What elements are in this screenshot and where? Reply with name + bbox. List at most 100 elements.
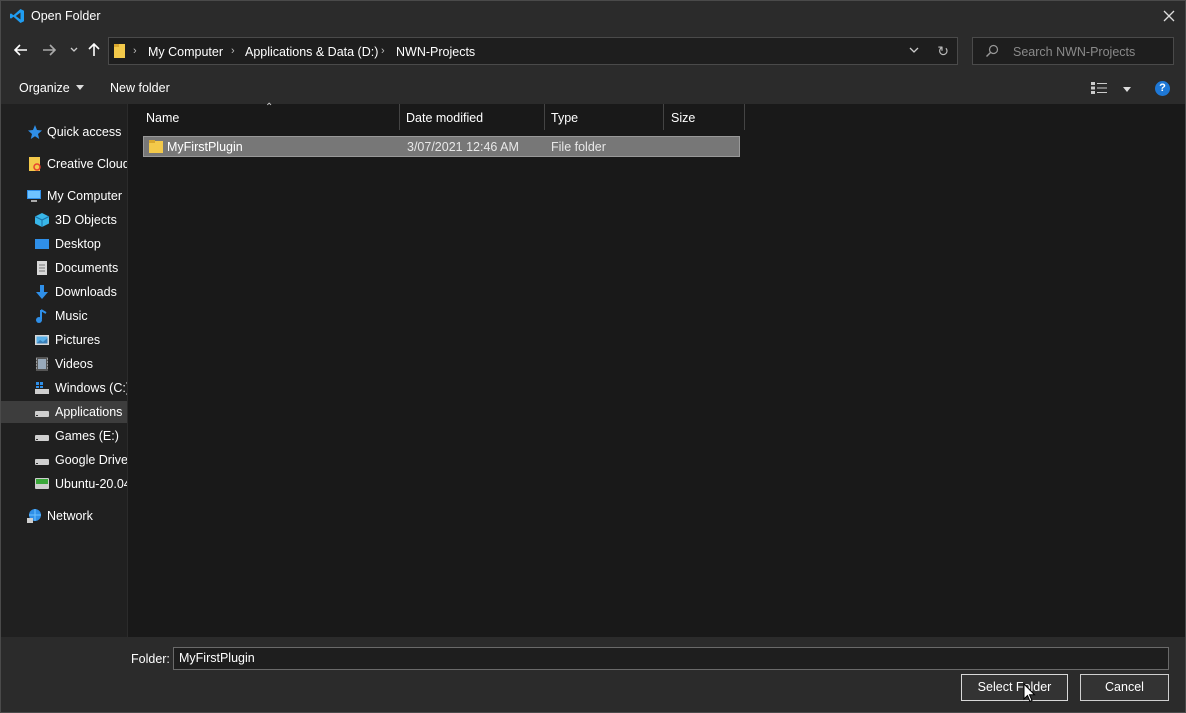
- sidebar-item-downloads[interactable]: Downloads: [1, 281, 127, 303]
- sidebar-item-label: Creative Cloud: [47, 157, 127, 171]
- new-folder-button[interactable]: New folder: [110, 81, 170, 95]
- sidebar-item-ubuntu[interactable]: Ubuntu-20.04: [1, 473, 127, 495]
- computer-icon: [27, 190, 41, 202]
- vscode-icon: [10, 9, 24, 23]
- organize-button[interactable]: Organize: [19, 81, 84, 95]
- sidebar-item-music[interactable]: Music: [1, 305, 127, 327]
- breadcrumb-separator: ›: [381, 45, 385, 57]
- column-header-date-modified[interactable]: Date modified: [400, 104, 544, 130]
- column-header-type[interactable]: Type: [545, 104, 663, 130]
- sidebar-item-label: Windows (C:): [55, 381, 127, 395]
- back-button[interactable]: [11, 40, 31, 60]
- file-list: ⌃ Name Date modified Type Size MyFirstPl…: [128, 102, 1185, 637]
- caret-down-icon: [75, 85, 84, 90]
- view-options-icon[interactable]: [1091, 82, 1109, 94]
- windows-drive-icon: [35, 382, 49, 394]
- forward-button[interactable]: [39, 40, 59, 60]
- up-button[interactable]: [84, 40, 104, 60]
- column-header-name[interactable]: Name: [128, 104, 399, 130]
- arrow-left-icon: [14, 44, 27, 56]
- documents-icon: [37, 261, 47, 275]
- breadcrumb-applications-data[interactable]: Applications & Data (D:): [245, 45, 378, 59]
- sidebar-item-3d-objects[interactable]: 3D Objects: [1, 209, 127, 231]
- sidebar-item-desktop[interactable]: Desktop: [1, 233, 127, 255]
- folder-name-input[interactable]: MyFirstPlugin: [173, 647, 1169, 670]
- cube-icon: [34, 213, 50, 227]
- sidebar-item-creative-cloud[interactable]: Creative Cloud: [1, 153, 127, 175]
- search-placeholder: Search NWN-Projects: [1013, 45, 1136, 59]
- network-icon: [27, 509, 41, 523]
- sidebar-item-videos[interactable]: Videos: [1, 353, 127, 375]
- sidebar-item-label: 3D Objects: [55, 213, 117, 227]
- arrow-right-icon: [43, 44, 56, 56]
- videos-icon: [36, 357, 48, 371]
- breadcrumb-separator: ›: [231, 45, 235, 57]
- folder-icon: [149, 140, 163, 153]
- recent-locations-button[interactable]: [64, 40, 84, 60]
- mouse-cursor-icon: [1023, 683, 1036, 703]
- sidebar-item-label: Pictures: [55, 333, 101, 347]
- sidebar-item-label: Videos: [55, 357, 93, 371]
- column-header-label: Size: [671, 111, 696, 125]
- table-row[interactable]: MyFirstPlugin 3/07/2021 12:46 AM File fo…: [143, 136, 740, 157]
- refresh-icon[interactable]: ↻: [937, 43, 949, 60]
- column-header-label: Type: [551, 111, 579, 125]
- help-icon[interactable]: ?: [1155, 81, 1170, 96]
- file-name: MyFirstPlugin: [167, 140, 243, 154]
- command-bar: Organize New folder: [1, 73, 1185, 103]
- linux-drive-icon: [35, 478, 49, 489]
- breadcrumb-separator: ›: [133, 45, 137, 57]
- desktop-icon: [35, 239, 49, 249]
- view-dropdown-icon[interactable]: [1123, 87, 1131, 92]
- sidebar-item-windows-c[interactable]: Windows (C:): [1, 377, 127, 399]
- sidebar-item-quick-access[interactable]: Quick access: [1, 121, 127, 143]
- breadcrumb-my-computer[interactable]: My Computer: [148, 45, 223, 59]
- column-header-label: Date modified: [406, 111, 484, 125]
- sidebar-item-label: Games (E:): [55, 429, 119, 443]
- sidebar-item-label: Ubuntu-20.04: [55, 477, 127, 491]
- sidebar-item-label: Applications: [55, 405, 123, 419]
- column-header-label: Name: [146, 111, 180, 125]
- window-title: Open Folder: [31, 9, 101, 23]
- music-icon: [36, 309, 47, 323]
- sidebar-item-label: Documents: [55, 261, 119, 275]
- cancel-button[interactable]: Cancel: [1080, 674, 1169, 701]
- close-icon: [1163, 10, 1175, 22]
- sidebar-item-label: Downloads: [55, 285, 117, 299]
- dialog-footer: Folder: MyFirstPlugin Select Folder Canc…: [1, 637, 1185, 712]
- sidebar-item-google-drive[interactable]: Google Drive: [1, 449, 127, 471]
- pictures-icon: [35, 335, 49, 345]
- organize-label: Organize: [19, 81, 70, 95]
- folder-icon: [114, 44, 125, 58]
- sidebar-item-label: Quick access: [47, 125, 122, 139]
- star-icon: [28, 125, 42, 139]
- sidebar-item-label: Music: [55, 309, 88, 323]
- sidebar-item-label: Google Drive: [55, 453, 127, 467]
- folder-label: Folder:: [131, 652, 170, 666]
- address-bar[interactable]: › My Computer › Applications & Data (D:)…: [108, 37, 958, 65]
- sidebar-item-pictures[interactable]: Pictures: [1, 329, 127, 351]
- search-box[interactable]: Search NWN-Projects: [972, 37, 1174, 65]
- sidebar-item-games-e[interactable]: Games (E:): [1, 425, 127, 447]
- close-button[interactable]: [1153, 1, 1185, 31]
- open-folder-dialog: Open Folder › My Computer › Applications…: [0, 0, 1186, 713]
- address-dropdown-icon[interactable]: [909, 44, 919, 56]
- navigation-bar: › My Computer › Applications & Data (D:)…: [1, 31, 1185, 71]
- sidebar-item-my-computer[interactable]: My Computer: [1, 185, 127, 207]
- chevron-down-icon: [70, 47, 78, 52]
- file-date-modified: 3/07/2021 12:46 AM: [407, 140, 519, 154]
- creative-cloud-icon: [29, 157, 41, 171]
- column-divider[interactable]: [744, 104, 745, 130]
- drive-icon: [35, 411, 49, 417]
- drive-icon: [35, 435, 49, 441]
- breadcrumb-nwn-projects[interactable]: NWN-Projects: [396, 45, 475, 59]
- sidebar-item-applications[interactable]: Applications: [1, 401, 127, 423]
- sidebar-item-network[interactable]: Network: [1, 505, 127, 527]
- select-folder-button[interactable]: Select Folder: [961, 674, 1068, 701]
- navigation-pane: Quick access Creative Cloud My Computer …: [1, 104, 127, 637]
- column-header-size[interactable]: Size: [664, 104, 744, 130]
- sidebar-item-label: Desktop: [55, 237, 101, 251]
- search-icon: [986, 44, 999, 57]
- download-icon: [36, 285, 48, 299]
- sidebar-item-documents[interactable]: Documents: [1, 257, 127, 279]
